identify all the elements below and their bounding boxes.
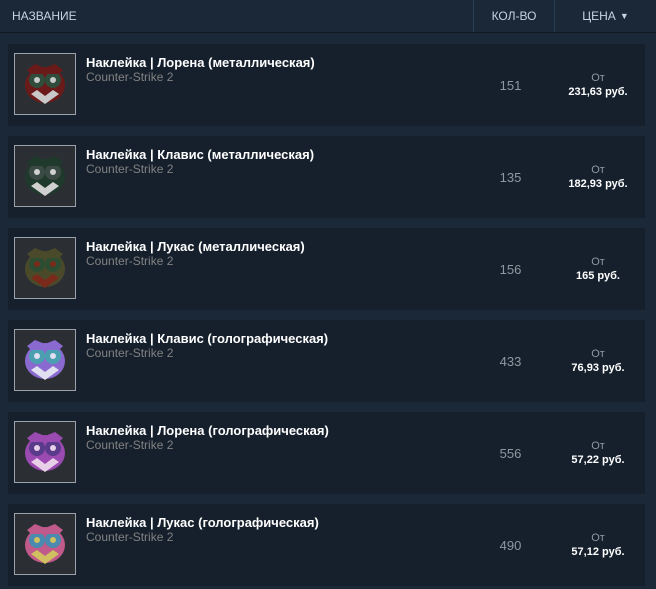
price-value: 57,22 руб. [571, 453, 625, 466]
item-game: Counter-Strike 2 [86, 530, 174, 544]
sticker-klavis-holo-icon [15, 330, 75, 390]
item-info: Наклейка | Лорена (металлическая) Counte… [86, 44, 470, 126]
price-from-label: От [591, 531, 605, 544]
price-from-label: От [591, 347, 605, 360]
price-from-label: От [591, 163, 605, 176]
sort-descending-icon: ▼ [619, 11, 629, 21]
item-name[interactable]: Наклейка | Лорена (голографическая) [86, 423, 470, 438]
item-price: От 182,93 руб. [551, 136, 645, 218]
price-value: 182,93 руб. [568, 177, 628, 190]
item-name[interactable]: Наклейка | Лорена (металлическая) [86, 55, 470, 70]
item-price: От 165 руб. [551, 228, 645, 310]
item-game: Counter-Strike 2 [86, 162, 174, 176]
column-price-sort-button[interactable]: ЦЕНА ▼ [554, 0, 656, 32]
item-info: Наклейка | Лорена (голографическая) Coun… [86, 412, 470, 494]
market-listing: НАЗВАНИЕ КОЛ-ВО ЦЕНА ▼ Наклейка | Лорена… [0, 0, 656, 589]
sticker-thumbnail [14, 329, 76, 391]
sticker-lukas-holo-icon [15, 514, 75, 574]
item-row[interactable]: Наклейка | Клавис (голографическая) Coun… [8, 320, 645, 402]
item-name[interactable]: Наклейка | Клавис (металлическая) [86, 147, 470, 162]
price-value: 57,12 руб. [571, 545, 625, 558]
item-quantity: 156 [499, 261, 522, 277]
item-quantity: 433 [499, 353, 522, 369]
column-quantity-label: КОЛ-ВО [491, 9, 537, 23]
item-quantity: 490 [499, 537, 522, 553]
sticker-klavis-metallic-icon [15, 146, 75, 206]
item-info: Наклейка | Лукас (металлическая) Counter… [86, 228, 470, 310]
sticker-thumbnail [14, 513, 76, 575]
item-game: Counter-Strike 2 [86, 70, 174, 84]
item-row[interactable]: Наклейка | Лукас (голографическая) Count… [8, 504, 645, 586]
item-game: Counter-Strike 2 [86, 438, 174, 452]
item-list: Наклейка | Лорена (металлическая) Counte… [8, 44, 645, 589]
listing-header: НАЗВАНИЕ КОЛ-ВО ЦЕНА ▼ [0, 0, 656, 33]
item-name[interactable]: Наклейка | Лукас (металлическая) [86, 239, 470, 254]
price-value: 165 руб. [576, 269, 620, 282]
sticker-thumbnail [14, 237, 76, 299]
price-from-label: От [591, 255, 605, 268]
column-price-label: ЦЕНА [582, 9, 616, 23]
item-game: Counter-Strike 2 [86, 346, 174, 360]
column-name-header: НАЗВАНИЕ [0, 0, 473, 32]
sticker-lorena-holo-icon [15, 422, 75, 482]
item-info: Наклейка | Лукас (голографическая) Count… [86, 504, 470, 586]
sticker-thumbnail [14, 53, 76, 115]
price-from-label: От [591, 439, 605, 452]
price-from-label: От [591, 71, 605, 84]
item-info: Наклейка | Клавис (металлическая) Counte… [86, 136, 470, 218]
item-name[interactable]: Наклейка | Клавис (голографическая) [86, 331, 470, 346]
sticker-lorena-metallic-icon [15, 54, 75, 114]
item-price: От 76,93 руб. [551, 320, 645, 402]
item-price: От 231,63 руб. [551, 44, 645, 126]
item-row[interactable]: Наклейка | Лорена (металлическая) Counte… [8, 44, 645, 126]
item-quantity: 135 [499, 169, 522, 185]
item-game: Counter-Strike 2 [86, 254, 174, 268]
item-info: Наклейка | Клавис (голографическая) Coun… [86, 320, 470, 402]
sticker-thumbnail [14, 145, 76, 207]
sticker-lukas-metallic-icon [15, 238, 75, 298]
item-row[interactable]: Наклейка | Клавис (металлическая) Counte… [8, 136, 645, 218]
item-quantity: 556 [499, 445, 522, 461]
item-name[interactable]: Наклейка | Лукас (голографическая) [86, 515, 470, 530]
item-price: От 57,22 руб. [551, 412, 645, 494]
column-quantity-header: КОЛ-ВО [473, 0, 554, 32]
column-name-label: НАЗВАНИЕ [12, 9, 77, 23]
price-value: 76,93 руб. [571, 361, 625, 374]
item-quantity: 151 [499, 77, 522, 93]
sticker-thumbnail [14, 421, 76, 483]
item-price: От 57,12 руб. [551, 504, 645, 586]
item-row[interactable]: Наклейка | Лукас (металлическая) Counter… [8, 228, 645, 310]
price-value: 231,63 руб. [568, 85, 628, 98]
item-row[interactable]: Наклейка | Лорена (голографическая) Coun… [8, 412, 645, 494]
